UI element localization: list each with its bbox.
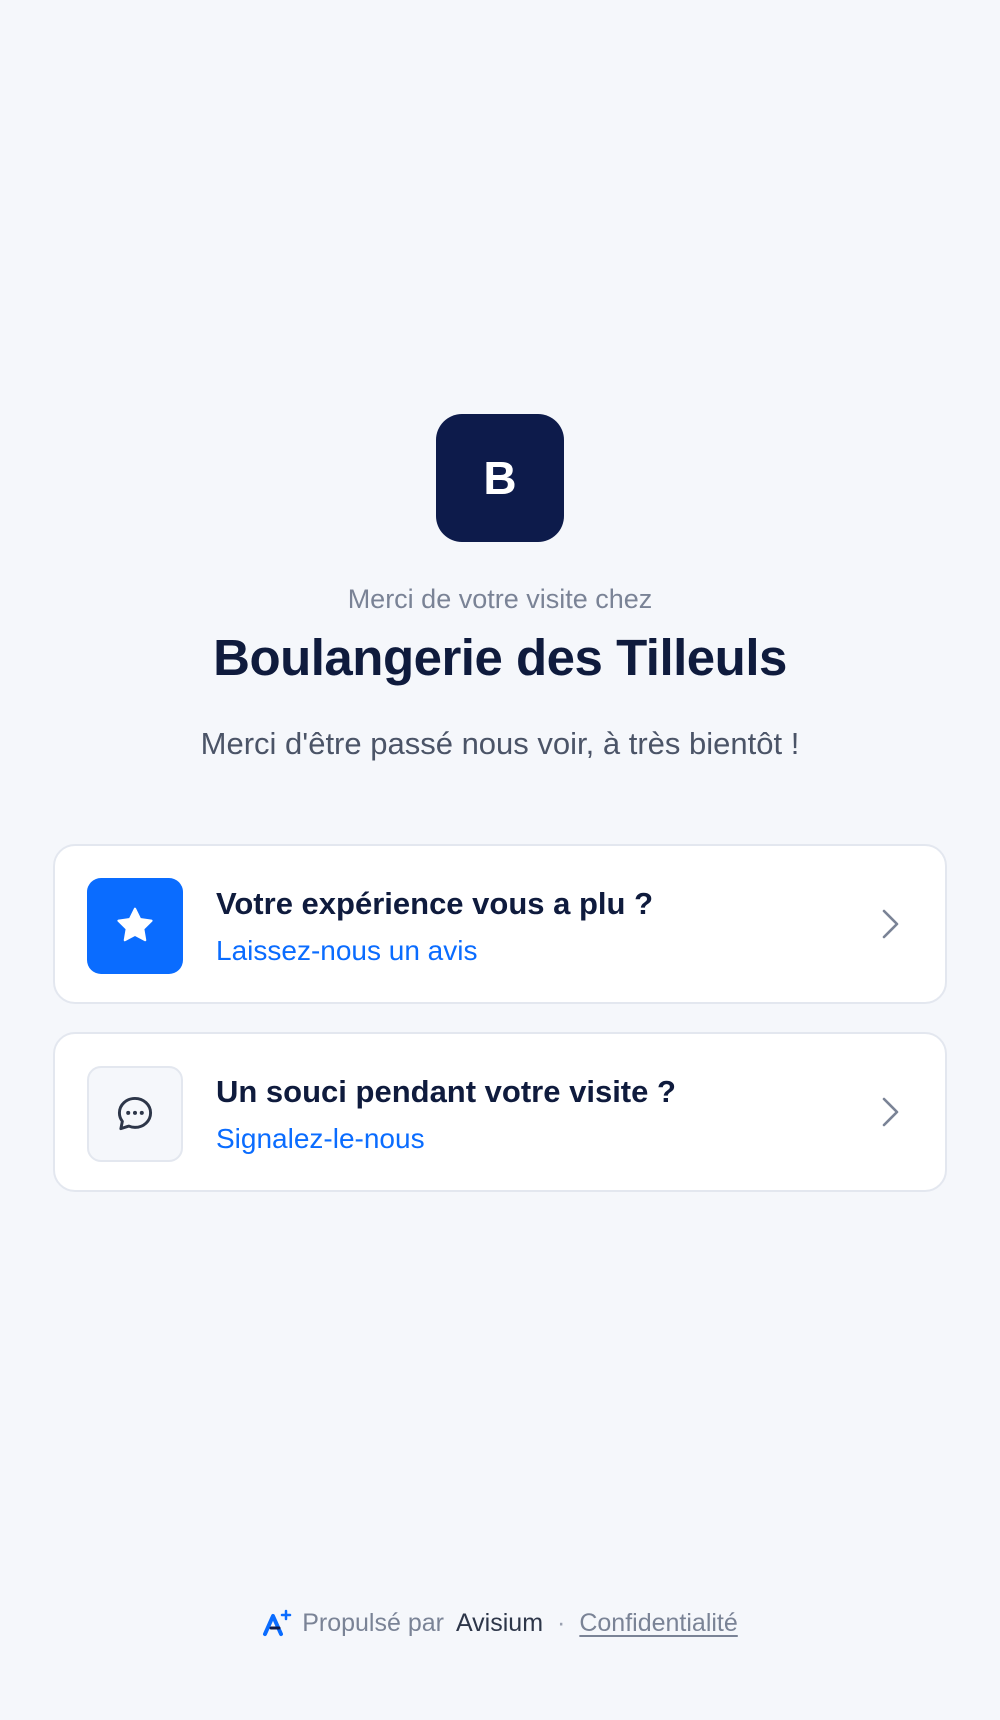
footer: Propulsé par Avisium · Confidentialité [0, 1608, 1000, 1638]
thank-you-page: B Merci de votre visite chez Boulangerie… [0, 0, 1000, 1720]
report-issue-title: Un souci pendant votre visite ? [216, 1074, 676, 1109]
avisium-logo-icon [262, 1608, 292, 1638]
powered-by-label: Propulsé par [302, 1608, 444, 1637]
star-icon [87, 878, 183, 974]
privacy-link[interactable]: Confidentialité [579, 1609, 737, 1638]
thank-you-message: Merci d'être passé nous voir, à très bie… [200, 726, 800, 761]
brand-name: Avisium [455, 1608, 544, 1637]
business-logo-letter: B [483, 452, 517, 504]
footer-separator: · [557, 1608, 566, 1637]
leave-review-link[interactable]: Laissez-nous un avis [216, 935, 477, 967]
chevron-right-icon [873, 906, 909, 942]
business-logo: B [436, 414, 564, 542]
leave-review-title: Votre expérience vous a plu ? [216, 886, 654, 921]
business-name: Boulangerie des Tilleuls [213, 629, 787, 686]
chat-bubble-icon [87, 1066, 183, 1162]
thank-you-eyebrow: Merci de votre visite chez [347, 584, 653, 614]
chevron-right-icon [873, 1094, 909, 1130]
report-issue-link[interactable]: Signalez-le-nous [216, 1123, 425, 1155]
report-issue-card[interactable]: Un souci pendant votre visite ? Signalez… [53, 1032, 947, 1192]
leave-review-card[interactable]: Votre expérience vous a plu ? Laissez-no… [53, 844, 947, 1004]
